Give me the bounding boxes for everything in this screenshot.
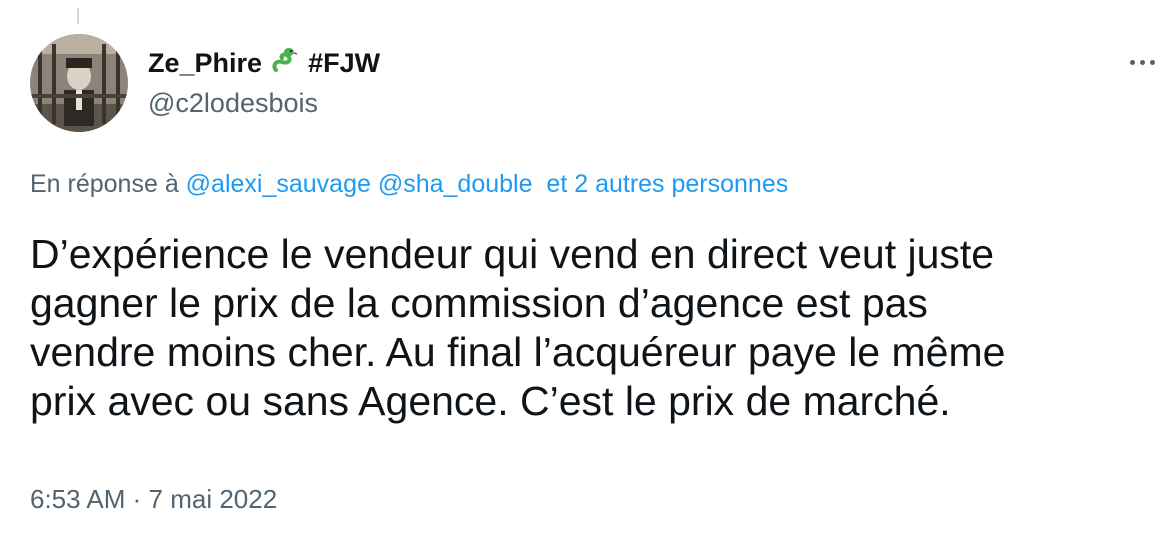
tweet-time[interactable]: 6:53 AM [30, 484, 125, 514]
avatar-image [30, 34, 128, 132]
reply-to-prefix: En réponse à [30, 170, 179, 198]
avatar[interactable] [30, 34, 128, 132]
tweet-text: D’expérience le vendeur qui vend en dire… [30, 230, 1150, 426]
tweet-text-line: gagner le prix de la commission d’agence… [30, 280, 928, 326]
tweet-date[interactable]: 7 mai 2022 [149, 484, 278, 514]
reply-to-others-link[interactable]: et 2 autres personnes [546, 170, 788, 198]
mention-link-sha-double[interactable]: @sha_double [378, 170, 533, 198]
thread-connector-line [77, 8, 79, 24]
author-display-name[interactable]: Ze_Phire [148, 48, 262, 79]
snake-emoji-icon [270, 46, 298, 81]
author-tag: #FJW [308, 48, 381, 78]
more-options-icon[interactable] [1126, 50, 1158, 74]
meta-separator: · [132, 484, 142, 514]
author-handle[interactable]: @c2lodesbois [148, 88, 318, 119]
mention-link-alexi-sauvage[interactable]: @alexi_sauvage [186, 170, 371, 198]
author-name-row[interactable]: Ze_Phire #FJW [148, 46, 380, 81]
reply-to-line: En réponse à @alexi_sauvage @sha_double … [30, 170, 788, 199]
tweet-text-line: vendre moins cher. Au final l’acquéreur … [30, 329, 1006, 375]
tweet-text-line: prix avec ou sans Agence. C’est le prix … [30, 378, 951, 424]
tweet-timestamp[interactable]: 6:53 AM · 7 mai 2022 [30, 484, 277, 515]
tweet-text-line: D’expérience le vendeur qui vend en dire… [30, 231, 995, 277]
